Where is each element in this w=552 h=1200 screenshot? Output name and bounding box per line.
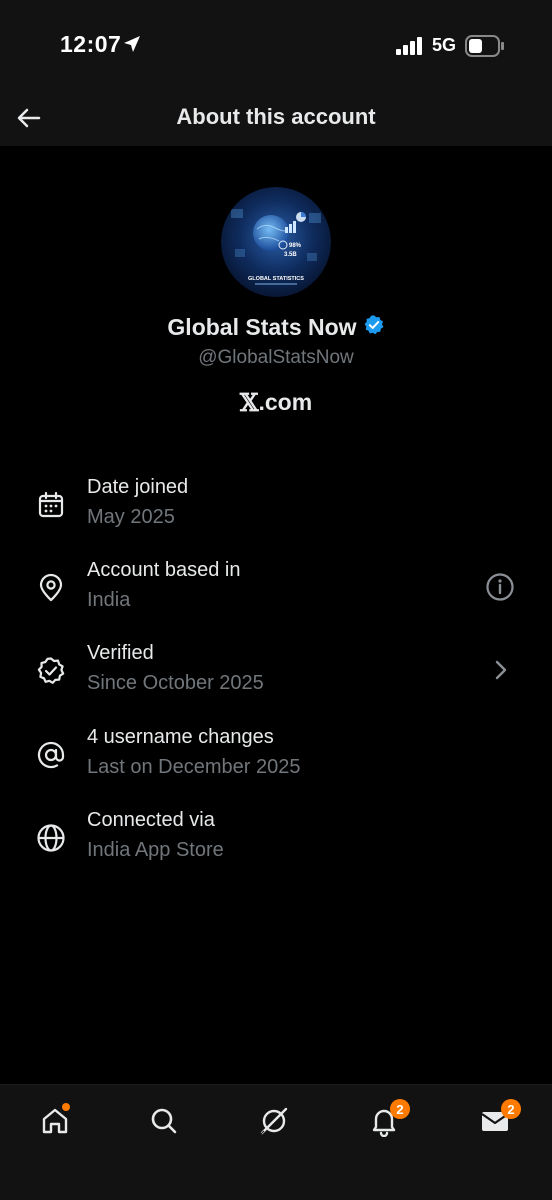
status-time: 12:07 (60, 31, 122, 57)
row-title: Account based in (87, 559, 241, 581)
row-subtitle: India App Store (87, 839, 224, 861)
row-title: Connected via (87, 809, 215, 831)
avatar-stat-b: 3.5B (284, 252, 297, 258)
location-arrow-icon (122, 34, 142, 59)
info-row-verified[interactable]: Verified Since October 2025 (0, 642, 552, 722)
verified-badge-icon (363, 314, 385, 341)
avatar-text: GLOBAL STATISTICS (248, 276, 304, 282)
bottom-nav: 2 2 (0, 1084, 552, 1200)
platform-suffix: .com (258, 389, 313, 415)
home-notification-dot (62, 1103, 70, 1111)
chevron-right-icon (495, 660, 507, 680)
verified-badge-icon (36, 656, 66, 686)
row-subtitle: May 2025 (87, 506, 175, 528)
profile-name-row: Global Stats Now (0, 314, 552, 341)
location-pin-icon (36, 573, 66, 603)
info-row-account-based-in: Account based in India (0, 559, 552, 639)
network-type: 5G (432, 35, 457, 55)
header-bar: About this account (0, 90, 552, 146)
info-row-connected-via: Connected via India App Store (0, 809, 552, 889)
search-icon (151, 1108, 177, 1134)
calendar-icon (36, 490, 66, 520)
avatar[interactable]: 98% 3.5B GLOBAL STATISTICS (221, 187, 331, 297)
row-title: Date joined (87, 476, 189, 498)
info-row-username-changes: 4 username changes Last on December 2025 (0, 726, 552, 806)
messages-badge: 2 (501, 1099, 521, 1119)
grok-icon (260, 1107, 288, 1135)
nav-home[interactable] (35, 1101, 75, 1141)
signal-icon (396, 37, 424, 60)
avatar-stat-a: 98% (289, 243, 302, 249)
nav-grok[interactable] (254, 1101, 294, 1141)
row-subtitle: India (87, 589, 131, 611)
notifications-badge: 2 (390, 1099, 410, 1119)
at-sign-icon (36, 740, 66, 770)
chevron-button[interactable] (484, 654, 516, 686)
globe-icon (36, 823, 66, 853)
page-title: About this account (176, 104, 376, 129)
row-title: Verified (87, 642, 154, 664)
profile-handle: @GlobalStatsNow (198, 347, 354, 368)
row-subtitle: Last on December 2025 (87, 756, 301, 778)
info-row-date-joined: Date joined May 2025 (0, 476, 552, 556)
nav-notifications[interactable]: 2 (364, 1099, 410, 1141)
battery-icon (465, 35, 505, 62)
platform-label: 𝕏 .com (0, 388, 552, 417)
row-title: 4 username changes (87, 726, 274, 748)
nav-messages[interactable]: 2 (475, 1099, 521, 1141)
status-bar: 12:07 5G (0, 0, 552, 90)
nav-search[interactable] (144, 1101, 184, 1141)
info-button[interactable] (484, 571, 516, 603)
info-icon (486, 573, 514, 601)
x-logo: 𝕏 (239, 388, 259, 417)
row-subtitle: Since October 2025 (87, 672, 264, 694)
profile-name: Global Stats Now (167, 314, 357, 340)
